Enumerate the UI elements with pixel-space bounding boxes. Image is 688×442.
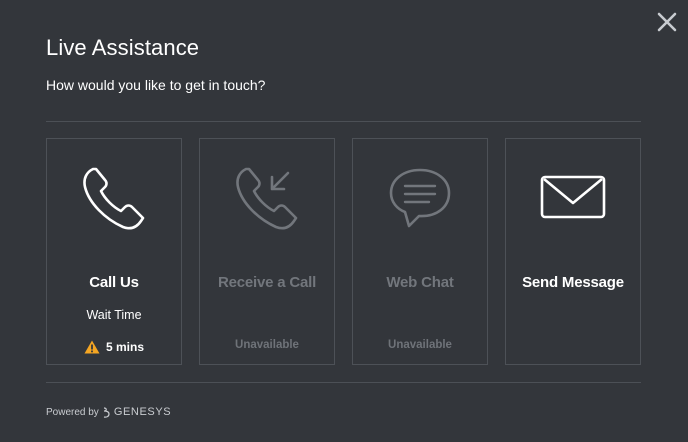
dialog-title: Live Assistance xyxy=(46,35,200,60)
phone-incoming-icon xyxy=(200,161,334,235)
footer: Powered by GENESYS xyxy=(46,406,171,418)
option-web-chat: Web Chat Unavailable xyxy=(352,138,488,365)
wait-time-value: 5 mins xyxy=(47,340,181,354)
option-send-message[interactable]: Send Message xyxy=(505,138,641,365)
wait-time-label: Wait Time xyxy=(86,308,142,322)
option-call-us[interactable]: Call Us Wait Time 5 mins xyxy=(46,138,182,365)
close-button[interactable] xyxy=(655,10,679,34)
contact-options: Call Us Wait Time 5 mins Receive a Call … xyxy=(46,138,641,365)
top-divider xyxy=(46,121,641,122)
genesys-logo-icon xyxy=(103,406,110,418)
dialog-subtitle: How would you like to get in touch? xyxy=(46,77,266,93)
wait-time-text: 5 mins xyxy=(105,340,144,354)
phone-icon xyxy=(47,161,181,235)
option-label: Web Chat xyxy=(386,274,454,291)
chat-bubble-icon xyxy=(353,161,487,235)
status-unavailable: Unavailable xyxy=(388,339,452,351)
warning-icon xyxy=(84,340,100,354)
powered-by-text: Powered by xyxy=(46,406,99,418)
brand-name: GENESYS xyxy=(113,406,172,418)
close-icon xyxy=(657,12,677,32)
bottom-divider xyxy=(46,382,641,383)
option-label: Call Us xyxy=(89,274,139,291)
status-unavailable: Unavailable xyxy=(235,339,299,351)
option-label: Send Message xyxy=(522,274,624,291)
option-receive-a-call: Receive a Call Unavailable xyxy=(199,138,335,365)
option-label: Receive a Call xyxy=(217,274,317,291)
envelope-icon xyxy=(506,161,640,235)
